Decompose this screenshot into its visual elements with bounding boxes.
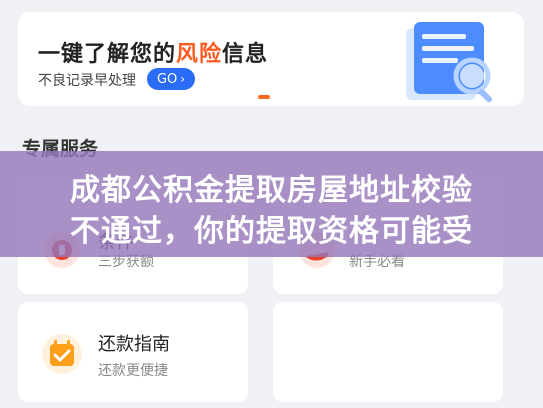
risk-title-accent: 风险 [176,42,223,67]
risk-title-prefix: 一键了解您的 [38,42,177,67]
risk-title-suffix: 信息 [222,42,269,67]
service-card-3[interactable]: 还款指南 还款更便捷 [18,302,248,402]
risk-card-title: 一键了解您的风险信息 [38,36,268,68]
risk-card-subtitle: 不良记录早处理 [38,73,136,89]
document-search-illustration-icon [406,22,493,103]
carousel-indicator [258,95,270,99]
calendar-check-icon [42,334,82,374]
go-button-label: GO [156,71,178,87]
risk-info-card[interactable]: 一键了解您的风险信息 不良记录早处理 GO › [18,12,524,106]
service-name: 还款指南 [98,334,170,355]
go-button[interactable]: GO › [147,68,195,90]
service-card-4[interactable] [273,302,503,402]
chevron-right-icon: › [180,72,186,86]
banner-headline-line-2: 不通过，你的提取资格可能受 [70,214,473,249]
banner-headline-line-1: 成都公积金提取房屋地址校验 [70,173,473,208]
service-desc: 还款更便捷 [98,363,168,379]
